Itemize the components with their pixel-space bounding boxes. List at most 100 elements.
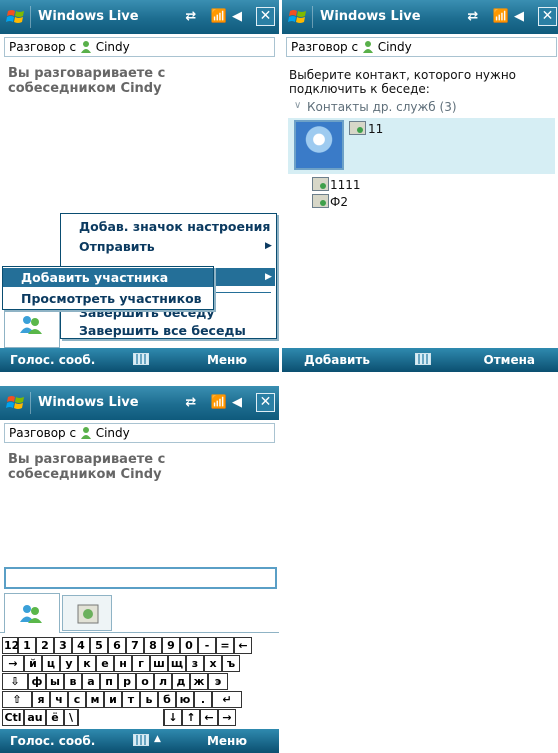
key[interactable]: ↑: [182, 709, 200, 726]
contact-status-icon: [312, 177, 329, 191]
keyboard-icon[interactable]: [415, 353, 431, 365]
close-button[interactable]: ✕: [256, 7, 275, 26]
chevron-down-icon[interactable]: ∨: [294, 100, 301, 111]
key[interactable]: au: [24, 709, 46, 726]
key[interactable]: ь: [140, 691, 158, 708]
softkey-add[interactable]: Добавить: [304, 353, 370, 367]
softkey-menu[interactable]: Меню: [207, 734, 247, 748]
key[interactable]: в: [64, 673, 82, 690]
key[interactable]: 8: [144, 637, 162, 654]
conversation-bar[interactable]: Разговор с Cindy: [286, 37, 557, 57]
key[interactable]: 3: [54, 637, 72, 654]
message-input[interactable]: [4, 567, 277, 589]
key[interactable]: щ: [168, 655, 186, 672]
key[interactable]: 1: [18, 637, 36, 654]
key[interactable]: ←: [234, 637, 252, 654]
key[interactable]: -: [198, 637, 216, 654]
conversation-bar[interactable]: Разговор с Cindy: [4, 423, 275, 443]
key[interactable]: ↓: [164, 709, 182, 726]
key[interactable]: х: [204, 655, 222, 672]
status-icons[interactable]: ⇄ 📶◀: [185, 9, 247, 24]
key[interactable]: т: [122, 691, 140, 708]
contact-item[interactable]: 1111: [330, 178, 361, 192]
group-label[interactable]: Контакты др. служб (3): [307, 100, 457, 114]
screen-chat-menu: Windows Live ⇄ 📶◀ ✕ Разговор с Cindy Вы …: [0, 0, 279, 372]
key[interactable]: ←: [200, 709, 218, 726]
key[interactable]: 0: [180, 637, 198, 654]
key[interactable]: с: [68, 691, 86, 708]
contact-item[interactable]: 11: [368, 122, 383, 136]
key[interactable]: 123: [2, 637, 27, 654]
softkey-voice-message[interactable]: Голос. сооб.: [10, 353, 95, 367]
key[interactable]: →: [2, 655, 24, 672]
instruction-text: Выберите контакт, которого нужно подключ…: [289, 68, 517, 96]
key[interactable]: ↵: [212, 691, 242, 708]
menu-item-view-participants[interactable]: Просмотреть участников: [21, 291, 202, 306]
key[interactable]: э: [208, 673, 228, 690]
key[interactable]: д: [172, 673, 190, 690]
key[interactable]: 4: [72, 637, 90, 654]
key[interactable]: 6: [108, 637, 126, 654]
tab-contact[interactable]: [62, 595, 112, 631]
key[interactable]: а: [82, 673, 100, 690]
key[interactable]: ч: [50, 691, 68, 708]
key[interactable]: \: [64, 709, 78, 726]
menu-item-add-participant[interactable]: Добавить участника: [3, 268, 213, 287]
status-icons[interactable]: ⇄ 📶◀: [467, 9, 529, 24]
chevron-up-icon[interactable]: ▲: [154, 734, 161, 744]
key[interactable]: ё: [46, 709, 64, 726]
close-button[interactable]: ✕: [538, 7, 557, 26]
windows-start-icon[interactable]: [6, 393, 26, 413]
tab-conversation[interactable]: [4, 593, 60, 633]
key[interactable]: г: [132, 655, 150, 672]
key[interactable]: к: [78, 655, 96, 672]
key[interactable]: =: [216, 637, 234, 654]
softkey-menu[interactable]: Меню: [207, 353, 247, 367]
key[interactable]: 2: [36, 637, 54, 654]
key[interactable]: е: [96, 655, 114, 672]
key[interactable]: о: [136, 673, 154, 690]
key[interactable]: у: [60, 655, 78, 672]
key[interactable]: 9: [162, 637, 180, 654]
windows-start-icon[interactable]: [288, 7, 308, 27]
key[interactable]: й: [24, 655, 42, 672]
menu-item-end-all[interactable]: Завершить все беседы: [79, 323, 246, 338]
key[interactable]: н: [114, 655, 132, 672]
menu-item-add-emoticon[interactable]: Добав. значок настроения: [79, 219, 270, 234]
key[interactable]: и: [104, 691, 122, 708]
key[interactable]: б: [158, 691, 176, 708]
key[interactable]: з: [186, 655, 204, 672]
key[interactable]: [78, 709, 164, 726]
key[interactable]: ⇧: [2, 691, 32, 708]
key[interactable]: п: [100, 673, 118, 690]
key[interactable]: ъ: [222, 655, 240, 672]
conversation-prefix: Разговор с: [9, 40, 77, 54]
menu-item-send[interactable]: Отправить: [79, 239, 155, 254]
key[interactable]: ш: [150, 655, 168, 672]
title-separator: [312, 6, 313, 28]
status-icons[interactable]: ⇄ 📶◀: [185, 395, 247, 410]
contact-item[interactable]: Ф2: [330, 195, 348, 209]
key[interactable]: 7: [126, 637, 144, 654]
key[interactable]: ф: [28, 673, 46, 690]
key[interactable]: ю: [176, 691, 194, 708]
keyboard-icon[interactable]: [133, 734, 149, 746]
key[interactable]: ⇩: [2, 673, 28, 690]
softkey-voice-message[interactable]: Голос. сооб.: [10, 734, 95, 748]
key[interactable]: я: [32, 691, 50, 708]
conversation-bar[interactable]: Разговор с Cindy: [4, 37, 275, 57]
key[interactable]: →: [218, 709, 236, 726]
key[interactable]: ы: [46, 673, 64, 690]
close-button[interactable]: ✕: [256, 393, 275, 412]
softkey-cancel[interactable]: Отмена: [484, 353, 536, 367]
key[interactable]: Ctl: [2, 709, 24, 726]
key[interactable]: 5: [90, 637, 108, 654]
key[interactable]: ж: [190, 673, 208, 690]
key[interactable]: л: [154, 673, 172, 690]
key[interactable]: м: [86, 691, 104, 708]
key[interactable]: .: [194, 691, 212, 708]
key[interactable]: р: [118, 673, 136, 690]
keyboard-icon[interactable]: [133, 353, 149, 365]
windows-start-icon[interactable]: [6, 7, 26, 27]
key[interactable]: ц: [42, 655, 60, 672]
